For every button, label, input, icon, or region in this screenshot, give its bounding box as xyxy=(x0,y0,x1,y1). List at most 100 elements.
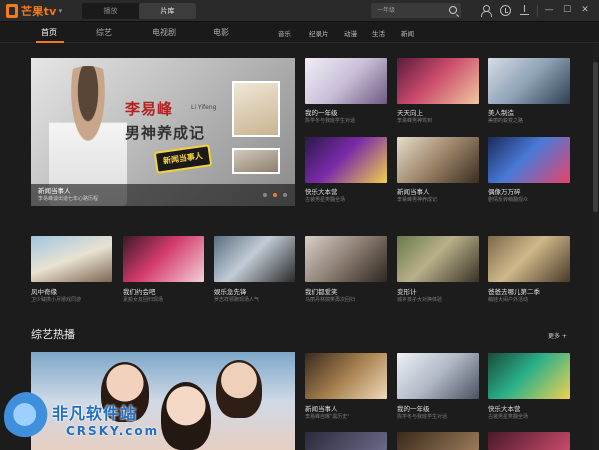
search-input[interactable] xyxy=(371,3,445,18)
tab-anime[interactable]: 动漫 xyxy=(344,28,357,38)
tab-news[interactable]: 新闻 xyxy=(401,28,414,38)
video-card[interactable] xyxy=(397,137,479,183)
chevron-down-icon[interactable]: ▾ xyxy=(59,7,63,15)
video-card[interactable] xyxy=(397,432,479,450)
video-subtitle: 李易峰男神驾到 xyxy=(397,118,433,124)
video-title[interactable]: 爸爸去哪儿第二季 xyxy=(488,286,540,296)
video-subtitle: 李易峰男神养成记 xyxy=(397,197,438,203)
video-title[interactable]: 我的一年级 xyxy=(397,403,430,413)
download-icon[interactable] xyxy=(519,5,530,16)
video-card[interactable] xyxy=(488,432,570,450)
watermark: 非凡软件站 CRSKY.com xyxy=(0,392,175,450)
video-card[interactable] xyxy=(305,137,387,183)
video-subtitle: 陈学冬与我班学生对话 xyxy=(305,118,356,124)
tab-movies[interactable]: 电影 xyxy=(213,27,229,38)
video-subtitle: 城乡孩子大对换体验 xyxy=(397,297,443,303)
video-title[interactable]: 快乐大本营 xyxy=(488,403,521,413)
watermark-subtext: CRSKY.com xyxy=(66,424,160,438)
carousel-dot[interactable] xyxy=(263,193,267,197)
video-subtitle: 卫少臻携小月嬉戏同游 xyxy=(31,297,82,303)
mode-library-tab[interactable]: 片库 xyxy=(139,3,196,19)
video-card[interactable] xyxy=(397,236,479,282)
minimize-button[interactable]: — xyxy=(543,4,555,16)
video-title[interactable]: 快乐大本营 xyxy=(305,186,338,196)
video-subtitle: 古装男星笑翻全场 xyxy=(305,197,346,203)
maximize-button[interactable]: ☐ xyxy=(561,4,573,16)
video-subtitle: 古装男星笑翻全场 xyxy=(488,414,529,420)
video-thumbnail xyxy=(123,236,204,282)
video-card[interactable] xyxy=(488,137,570,183)
video-subtitle: 剧情反转萌翻观众 xyxy=(488,197,529,203)
tab-tv-series[interactable]: 电视剧 xyxy=(152,27,176,38)
banner-inset-photo xyxy=(232,148,280,174)
more-link[interactable]: 更多 + xyxy=(548,331,567,340)
video-card[interactable] xyxy=(488,58,570,104)
banner-inset-photo xyxy=(232,81,280,137)
video-title[interactable]: 天天向上 xyxy=(397,107,423,117)
video-card[interactable] xyxy=(397,58,479,104)
video-subtitle: 李易峰自曝"黑历史" xyxy=(305,414,350,420)
scrollbar[interactable] xyxy=(593,44,598,450)
watermark-text: 非凡软件站 xyxy=(52,404,138,423)
video-title[interactable]: 我们都爱笑 xyxy=(305,286,338,296)
search-box xyxy=(371,3,461,18)
logo-icon xyxy=(6,4,18,18)
title-bar: 芒果tv ▾ 播放 片库 — ☐ ✕ xyxy=(0,0,599,22)
tab-home[interactable]: 首页 xyxy=(41,27,57,38)
tab-variety[interactable]: 综艺 xyxy=(96,27,112,38)
video-title[interactable]: 新闻当事人 xyxy=(397,186,430,196)
video-title[interactable]: 风中奇缘 xyxy=(31,286,57,296)
tab-music[interactable]: 音乐 xyxy=(278,28,291,38)
video-title[interactable]: 娱乐急先锋 xyxy=(214,286,247,296)
mgtv-logo[interactable]: 芒果tv ▾ xyxy=(6,3,62,19)
video-title[interactable]: 我们约会吧 xyxy=(123,286,156,296)
kid-figure xyxy=(216,360,262,418)
scrollbar-thumb[interactable] xyxy=(593,62,598,212)
video-thumbnail xyxy=(397,137,479,183)
video-thumbnail xyxy=(488,236,570,282)
video-thumbnail xyxy=(397,236,479,282)
banner-subtitle: 男神养成记 xyxy=(125,124,206,142)
video-card[interactable] xyxy=(305,432,387,450)
video-card[interactable] xyxy=(123,236,204,282)
video-card[interactable] xyxy=(305,236,387,282)
video-card[interactable] xyxy=(488,353,570,399)
video-subtitle: 罗志祥领跑现场人气 xyxy=(214,297,260,303)
video-subtitle: 美丽的蜕变之路 xyxy=(488,118,524,124)
video-thumbnail xyxy=(488,58,570,104)
logo-text: 芒果tv xyxy=(21,5,57,18)
user-icon[interactable] xyxy=(480,5,492,17)
mode-switch: 播放 片库 xyxy=(82,3,196,19)
video-card[interactable] xyxy=(305,58,387,104)
video-card[interactable] xyxy=(305,353,387,399)
video-thumbnail xyxy=(214,236,295,282)
video-card[interactable] xyxy=(214,236,295,282)
video-thumbnail xyxy=(397,58,479,104)
video-title[interactable]: 我的一年级 xyxy=(305,107,338,117)
search-icon[interactable] xyxy=(449,6,457,14)
hero-banner[interactable]: 李易峰 Li Yifeng 男神养成记 新闻当事人 新闻当事人 李易峰谈出道七年… xyxy=(31,58,295,206)
history-icon[interactable] xyxy=(500,5,511,16)
video-thumbnail xyxy=(305,236,387,282)
video-thumbnail xyxy=(488,432,570,450)
carousel-dot-active[interactable] xyxy=(273,193,277,197)
tab-life[interactable]: 生活 xyxy=(372,28,385,38)
mode-play-tab[interactable]: 播放 xyxy=(82,3,139,19)
video-thumbnail xyxy=(305,58,387,104)
video-title[interactable]: 新闻当事人 xyxy=(305,403,338,413)
video-title[interactable]: 美人制造 xyxy=(488,107,514,117)
show-logo-sticker: 新闻当事人 xyxy=(153,144,213,174)
video-card[interactable] xyxy=(488,236,570,282)
carousel-dot[interactable] xyxy=(283,193,287,197)
video-title[interactable]: 偶像万万碎 xyxy=(488,186,521,196)
tab-documentary[interactable]: 纪录片 xyxy=(309,28,329,38)
video-thumbnail xyxy=(305,432,387,450)
video-thumbnail xyxy=(305,137,387,183)
banner-title-en: Li Yifeng xyxy=(191,104,217,111)
close-button[interactable]: ✕ xyxy=(579,4,591,16)
video-thumbnail xyxy=(488,353,570,399)
video-title[interactable]: 变形计 xyxy=(397,286,417,296)
video-subtitle: 马丽丹林搞笑再次回归 xyxy=(305,297,356,303)
video-card[interactable] xyxy=(31,236,112,282)
video-card[interactable] xyxy=(397,353,479,399)
